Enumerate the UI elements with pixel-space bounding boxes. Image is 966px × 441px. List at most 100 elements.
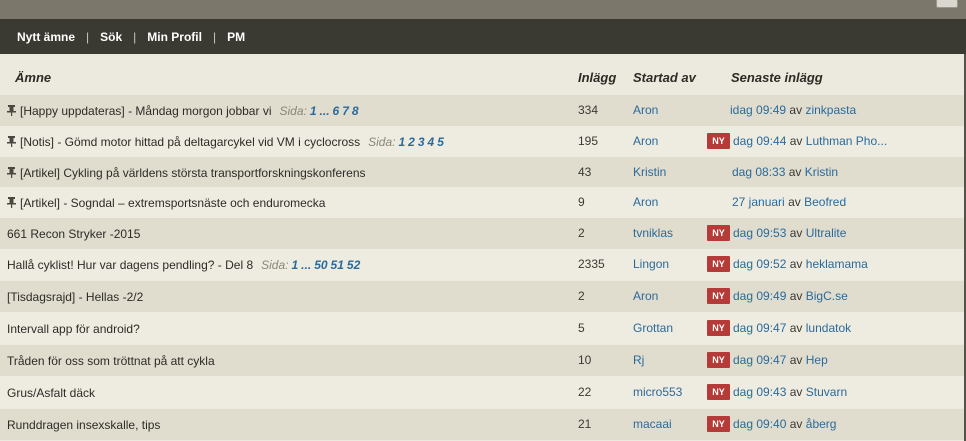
page-link[interactable]: 50 bbox=[314, 258, 327, 272]
post-count: 5 bbox=[578, 321, 585, 335]
page-link[interactable]: 1 bbox=[310, 104, 317, 118]
pages-label: Sida: bbox=[261, 257, 289, 272]
topic-title-link[interactable]: Grus/Asfalt däck bbox=[7, 386, 95, 400]
latest-post-time-link[interactable]: dag 09:53 bbox=[733, 226, 786, 240]
topic-row[interactable]: Hallå cyklist! Hur var dagens pendling? … bbox=[0, 249, 964, 280]
topic-starter-link[interactable]: micro553 bbox=[633, 377, 682, 408]
latest-post-time-link[interactable]: idag 09:49 bbox=[730, 103, 786, 117]
latest-post-user-link[interactable]: Luthman Pho... bbox=[806, 134, 887, 148]
new-badge[interactable]: NY bbox=[707, 320, 730, 336]
topic-starter-link[interactable]: macaai bbox=[633, 409, 672, 440]
page-link[interactable]: 1 bbox=[398, 135, 405, 149]
latest-post-cell: dag 09:53 av Ultralite bbox=[733, 218, 846, 249]
page-link[interactable]: 4 bbox=[428, 135, 435, 149]
latest-post-user-link[interactable]: Kristin bbox=[805, 165, 838, 179]
topic-starter-link[interactable]: Lingon bbox=[633, 249, 669, 280]
page-link[interactable]: 5 bbox=[437, 135, 444, 149]
latest-post-cell: idag 09:49 av zinkpasta bbox=[730, 95, 856, 126]
latest-post-time-link[interactable]: dag 09:49 bbox=[733, 289, 786, 303]
page-link[interactable]: 1 bbox=[291, 258, 298, 272]
page-link[interactable]: 52 bbox=[347, 258, 360, 272]
new-badge[interactable]: NY bbox=[707, 225, 730, 241]
nav-search[interactable]: Sök bbox=[100, 30, 122, 44]
nav-new-topic[interactable]: Nytt ämne bbox=[17, 30, 75, 44]
topic-title-link[interactable]: [Happy uppdateras] - Måndag morgon jobba… bbox=[20, 104, 271, 118]
topic-row[interactable]: [Artikel] Cykling på världens största tr… bbox=[0, 157, 964, 188]
latest-post-user-link[interactable]: zinkpasta bbox=[805, 103, 856, 117]
latest-post-user-link[interactable]: lundatok bbox=[806, 321, 851, 335]
post-count: 22 bbox=[578, 385, 592, 399]
new-badge[interactable]: NY bbox=[707, 352, 730, 368]
topic-subject-cell: Runddragen insexskalle, tips bbox=[7, 409, 160, 440]
latest-post-user-link[interactable]: Stuvarn bbox=[806, 385, 847, 399]
latest-post-user-link[interactable]: Beofred bbox=[804, 195, 846, 209]
latest-post-time-link[interactable]: dag 09:43 bbox=[733, 385, 786, 399]
new-badge[interactable]: NY bbox=[707, 256, 730, 272]
latest-post-time-link[interactable]: 27 januari bbox=[732, 195, 785, 209]
new-badge[interactable]: NY bbox=[707, 288, 730, 304]
topic-title-link[interactable]: [Artikel] - Sogndal – extremsportsnäste … bbox=[20, 196, 325, 210]
topic-title-link[interactable]: Runddragen insexskalle, tips bbox=[7, 418, 160, 432]
topic-row[interactable]: 661 Recon Stryker -2015 2 tvniklas NY dag 09… bbox=[0, 218, 964, 249]
topic-title-link[interactable]: Tråden för oss som tröttnat på att cykla bbox=[7, 354, 215, 368]
topic-starter-link[interactable]: Aron bbox=[633, 126, 658, 157]
latest-post-time-link[interactable]: dag 09:52 bbox=[733, 257, 786, 271]
latest-post-time-link[interactable]: dag 08:33 bbox=[732, 165, 785, 179]
topic-row[interactable]: [Happy uppdateras] - Måndag morgon jobba… bbox=[0, 95, 964, 126]
latest-post-time-link[interactable]: dag 09:40 bbox=[733, 417, 786, 431]
header-latest-post[interactable]: Senaste inlägg bbox=[731, 70, 823, 85]
topic-list-panel: Ämne Inlägg Startad av Senaste inlägg [H… bbox=[0, 54, 966, 441]
new-badge[interactable]: NY bbox=[707, 133, 730, 149]
topic-row[interactable]: Runddragen insexskalle, tips 21 macaai NY da… bbox=[0, 409, 964, 440]
pages-label: Sida: bbox=[279, 103, 307, 118]
topic-subject-cell: Tråden för oss som tröttnat på att cykla bbox=[7, 345, 215, 376]
nav-separator: | bbox=[133, 29, 137, 44]
topic-starter-link[interactable]: Aron bbox=[633, 187, 658, 218]
page-ellipsis: ... bbox=[301, 257, 312, 272]
nav-my-profile[interactable]: Min Profil bbox=[147, 30, 202, 44]
topic-row[interactable]: Grus/Asfalt däck 22 micro553 NY dag 09:43 av… bbox=[0, 377, 964, 408]
nav-pm[interactable]: PM bbox=[227, 30, 245, 44]
header-posts[interactable]: Inlägg bbox=[578, 70, 616, 85]
latest-post-user-link[interactable]: Ultralite bbox=[806, 226, 847, 240]
topic-title-link[interactable]: Intervall app för android? bbox=[7, 322, 140, 336]
latest-post-user-link[interactable]: BigC.se bbox=[806, 289, 848, 303]
page-link[interactable]: 2 bbox=[408, 135, 415, 149]
topic-title-link[interactable]: [Artikel] Cykling på världens största tr… bbox=[20, 166, 366, 180]
topic-title-link[interactable]: [Notis] - Gömd motor hittad på deltagarc… bbox=[20, 135, 360, 149]
new-badge[interactable]: NY bbox=[707, 416, 730, 432]
topic-row[interactable]: Intervall app för android? 5 Grottan NY dag … bbox=[0, 313, 964, 344]
corner-button[interactable] bbox=[936, 0, 958, 8]
latest-post-user-link[interactable]: åberg bbox=[806, 417, 837, 431]
topic-starter-link[interactable]: Grottan bbox=[633, 313, 673, 344]
page-link[interactable]: 51 bbox=[331, 258, 344, 272]
topic-starter-link[interactable]: Aron bbox=[633, 281, 658, 312]
new-badge[interactable]: NY bbox=[707, 384, 730, 400]
latest-post-time-link[interactable]: dag 09:47 bbox=[733, 353, 786, 367]
latest-post-time-link[interactable]: dag 09:44 bbox=[733, 134, 786, 148]
topic-title-link[interactable]: [Tisdagsrajd] - Hellas -2/2 bbox=[7, 290, 143, 304]
topic-row[interactable]: [Tisdagsrajd] - Hellas -2/2 2 Aron NY dag 09… bbox=[0, 281, 964, 312]
topic-row[interactable]: [Artikel] - Sogndal – extremsportsnäste … bbox=[0, 187, 964, 218]
page-link[interactable]: 8 bbox=[352, 104, 359, 118]
header-started-by[interactable]: Startad av bbox=[633, 70, 696, 85]
header-subject[interactable]: Ämne bbox=[15, 70, 51, 85]
latest-post-user-link[interactable]: Hep bbox=[806, 353, 828, 367]
topic-row[interactable]: [Notis] - Gömd motor hittad på deltagarc… bbox=[0, 126, 964, 157]
page-link[interactable]: 7 bbox=[342, 104, 349, 118]
topic-starter-link[interactable]: Kristin bbox=[633, 157, 666, 188]
topic-title-link[interactable]: Hallå cyklist! Hur var dagens pendling? … bbox=[7, 258, 253, 272]
pages-label: Sida: bbox=[368, 134, 396, 149]
topic-starter-link[interactable]: Rj bbox=[633, 345, 644, 376]
topic-row[interactable]: Tråden för oss som tröttnat på att cykla… bbox=[0, 345, 964, 376]
by-label: av bbox=[789, 417, 803, 431]
topic-title-link[interactable]: 661 Recon Stryker -2015 bbox=[7, 227, 140, 241]
latest-post-user-link[interactable]: heklamama bbox=[806, 257, 868, 271]
topic-starter-link[interactable]: Aron bbox=[633, 95, 658, 126]
page-link[interactable]: 6 bbox=[333, 104, 340, 118]
topic-subject-cell: [Notis] - Gömd motor hittad på deltagarc… bbox=[7, 126, 444, 157]
latest-post-time-link[interactable]: dag 09:47 bbox=[733, 321, 786, 335]
page-link[interactable]: 3 bbox=[418, 135, 425, 149]
topic-starter-link[interactable]: tvniklas bbox=[633, 218, 673, 249]
by-label: av bbox=[789, 103, 803, 117]
